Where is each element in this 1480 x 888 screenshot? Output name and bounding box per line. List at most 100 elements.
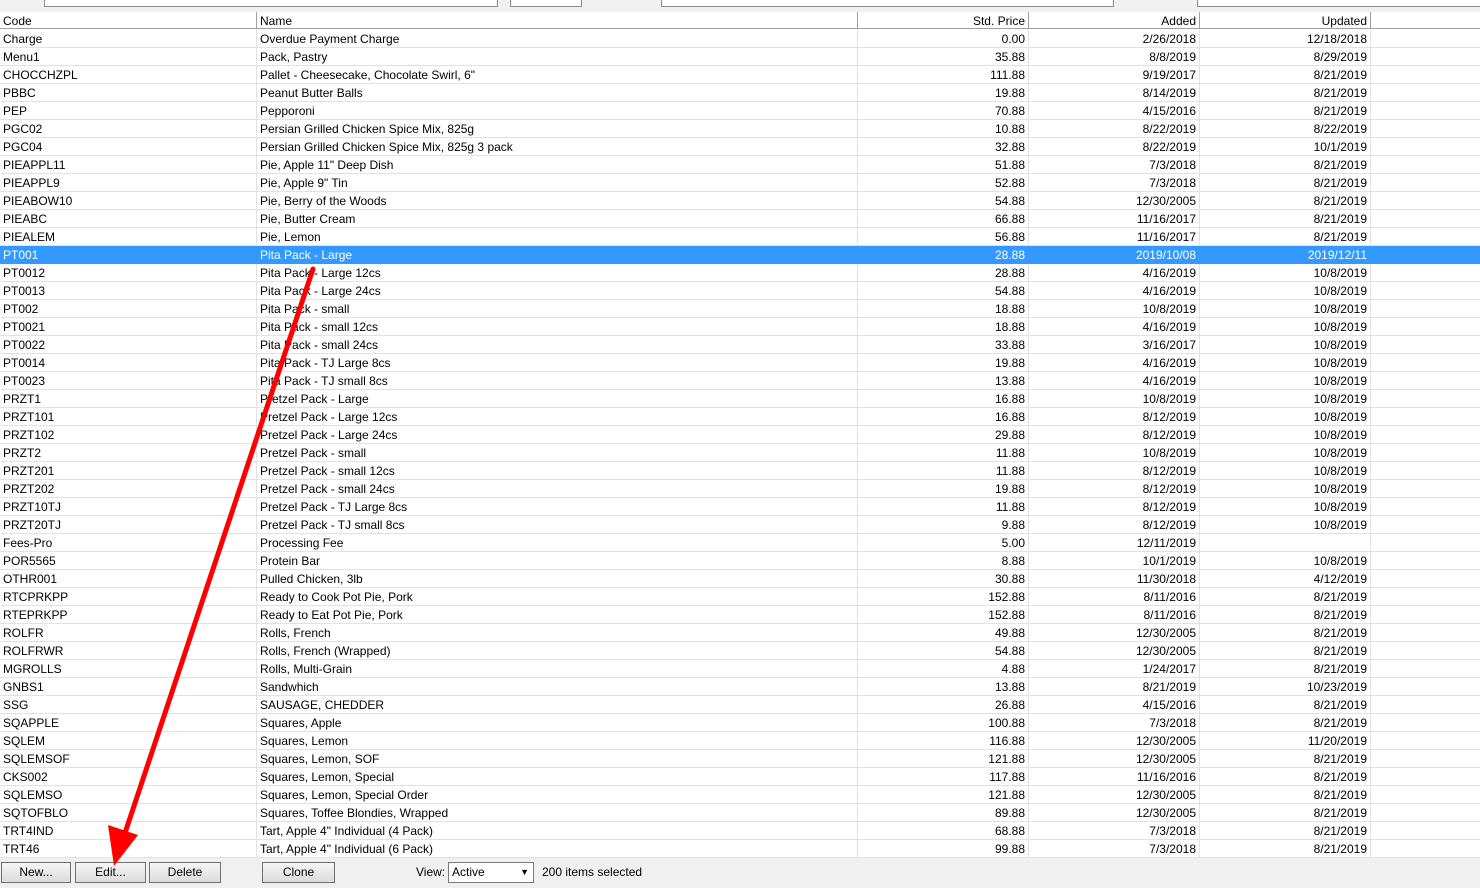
items-grid[interactable]: Code Name Std. Price Added Updated Charg… xyxy=(0,12,1480,858)
table-row[interactable]: PEP Pepporoni 70.88 4/15/2016 8/21/2019 xyxy=(0,102,1480,120)
cell-added: 2019/10/08 xyxy=(1029,246,1200,264)
table-row[interactable]: PT002 Pita Pack - small 18.88 10/8/2019 10/8… xyxy=(0,300,1480,318)
cell-name: Rolls, French (Wrapped) xyxy=(257,642,858,660)
cell-filler xyxy=(1371,174,1480,192)
view-select-value: Active xyxy=(452,865,485,879)
column-header-code[interactable]: Code xyxy=(0,12,257,29)
column-header-added[interactable]: Added xyxy=(1029,12,1200,29)
table-row[interactable]: PRZT201 Pretzel Pack - small 12cs 11.88 8/1… xyxy=(0,462,1480,480)
cell-name: Pita Pack - TJ small 8cs xyxy=(257,372,858,390)
table-row[interactable]: Fees-Pro Processing Fee 5.00 12/11/2019 xyxy=(0,534,1480,552)
cell-std-price: 68.88 xyxy=(858,822,1029,840)
table-row[interactable]: PIEAPPL11 Pie, Apple 11" Deep Dish 51.88 7/… xyxy=(0,156,1480,174)
table-row[interactable]: PIEALEM Pie, Lemon 56.88 11/16/2017 8/21/201… xyxy=(0,228,1480,246)
cell-code: GNBS1 xyxy=(0,678,257,696)
table-row[interactable]: PT0022 Pita Pack - small 24cs 33.88 3/16/20… xyxy=(0,336,1480,354)
cell-filler xyxy=(1371,228,1480,246)
cell-std-price: 66.88 xyxy=(858,210,1029,228)
cell-updated: 10/8/2019 xyxy=(1200,552,1371,570)
cell-name: Squares, Lemon, Special xyxy=(257,768,858,786)
table-row[interactable]: PRZT20TJ Pretzel Pack - TJ small 8cs 9.88 8… xyxy=(0,516,1480,534)
table-row[interactable]: TRT46 Tart, Apple 4" Individual (6 Pack) 9… xyxy=(0,840,1480,858)
table-row[interactable]: SQLEMSOF Squares, Lemon, SOF 121.88 12/30/2… xyxy=(0,750,1480,768)
new-button[interactable]: New... xyxy=(1,862,71,883)
table-row[interactable]: CKS002 Squares, Lemon, Special 117.88 11/16… xyxy=(0,768,1480,786)
selection-count: 200 items selected xyxy=(542,865,643,879)
filter-field-1[interactable] xyxy=(44,0,498,7)
column-header-name[interactable]: Name xyxy=(257,12,858,29)
table-row[interactable]: CHOCCHZPL Pallet - Cheesecake, Chocolate … xyxy=(0,66,1480,84)
table-row[interactable]: PRZT10TJ Pretzel Pack - TJ Large 8cs 11.88… xyxy=(0,498,1480,516)
table-row[interactable]: ROLFR Rolls, French 49.88 12/30/2005 8/21/20… xyxy=(0,624,1480,642)
table-row[interactable]: RTEPRKPP Ready to Eat Pot Pie, Pork 152.88… xyxy=(0,606,1480,624)
cell-name: Squares, Lemon, Special Order xyxy=(257,786,858,804)
cell-added: 4/16/2019 xyxy=(1029,264,1200,282)
cell-name: Persian Grilled Chicken Spice Mix, 825g … xyxy=(257,138,858,156)
cell-filler xyxy=(1371,264,1480,282)
cell-updated: 10/23/2019 xyxy=(1200,678,1371,696)
table-row[interactable]: GNBS1 Sandwhich 13.88 8/21/2019 10/23/2019 xyxy=(0,678,1480,696)
cell-added: 10/1/2019 xyxy=(1029,552,1200,570)
table-row[interactable]: PRZT1 Pretzel Pack - Large 16.88 10/8/2019 1… xyxy=(0,390,1480,408)
table-row[interactable]: PIEABC Pie, Butter Cream 66.88 11/16/2017 8/… xyxy=(0,210,1480,228)
filter-field-3[interactable] xyxy=(661,0,1114,7)
table-row[interactable]: OTHR001 Pulled Chicken, 3lb 30.88 11/30/201… xyxy=(0,570,1480,588)
column-header-std-price[interactable]: Std. Price xyxy=(858,12,1029,29)
table-row[interactable]: SQLEMSO Squares, Lemon, Special Order 121.… xyxy=(0,786,1480,804)
cell-std-price: 0.00 xyxy=(858,30,1029,48)
cell-updated: 8/21/2019 xyxy=(1200,210,1371,228)
cell-name: Rolls, French xyxy=(257,624,858,642)
delete-button[interactable]: Delete xyxy=(149,862,221,883)
table-row[interactable]: PIEAPPL9 Pie, Apple 9" Tin 52.88 7/3/2018 8/… xyxy=(0,174,1480,192)
table-row[interactable]: SSG SAUSAGE, CHEDDER 26.88 4/15/2016 8/21/20… xyxy=(0,696,1480,714)
table-row[interactable]: PRZT202 Pretzel Pack - small 24cs 19.88 8/1… xyxy=(0,480,1480,498)
cell-updated: 8/21/2019 xyxy=(1200,174,1371,192)
table-row[interactable]: PT001 Pita Pack - Large 28.88 2019/10/08 201… xyxy=(0,246,1480,264)
table-row[interactable]: ROLFRWR Rolls, French (Wrapped) 54.88 12/30… xyxy=(0,642,1480,660)
table-row[interactable]: POR5565 Protein Bar 8.88 10/1/2019 10/8/2019 xyxy=(0,552,1480,570)
table-row[interactable]: PRZT102 Pretzel Pack - Large 24cs 29.88 8/1… xyxy=(0,426,1480,444)
table-row[interactable]: PT0014 Pita Pack - TJ Large 8cs 19.88 4/16/… xyxy=(0,354,1480,372)
cell-name: Pulled Chicken, 3lb xyxy=(257,570,858,588)
table-row[interactable]: Charge Overdue Payment Charge 0.00 2/26/201… xyxy=(0,30,1480,48)
cell-added: 8/12/2019 xyxy=(1029,516,1200,534)
table-row[interactable]: TRT4IND Tart, Apple 4" Individual (4 Pack… xyxy=(0,822,1480,840)
table-row[interactable]: Menu1 Pack, Pastry 35.88 8/8/2019 8/29/2019 xyxy=(0,48,1480,66)
cell-code: PIEAPPL9 xyxy=(0,174,257,192)
clone-button[interactable]: Clone xyxy=(262,862,335,883)
table-row[interactable]: PRZT2 Pretzel Pack - small 11.88 10/8/2019 1… xyxy=(0,444,1480,462)
cell-name: Pie, Butter Cream xyxy=(257,210,858,228)
cell-filler xyxy=(1371,768,1480,786)
cell-code: Charge xyxy=(0,30,257,48)
table-row[interactable]: PBBC Peanut Butter Balls 19.88 8/14/2019 8/2… xyxy=(0,84,1480,102)
cell-name: Persian Grilled Chicken Spice Mix, 825g xyxy=(257,120,858,138)
cell-filler xyxy=(1371,696,1480,714)
table-row[interactable]: PT0023 Pita Pack - TJ small 8cs 13.88 4/16/… xyxy=(0,372,1480,390)
column-header-filler xyxy=(1371,12,1480,29)
cell-updated: 10/8/2019 xyxy=(1200,264,1371,282)
cell-filler xyxy=(1371,804,1480,822)
filter-field-2[interactable] xyxy=(510,0,582,7)
table-row[interactable]: PT0012 Pita Pack - Large 12cs 28.88 4/16/20… xyxy=(0,264,1480,282)
cell-std-price: 116.88 xyxy=(858,732,1029,750)
table-row[interactable]: SQTOFBLO Squares, Toffee Blondies, Wrappe… xyxy=(0,804,1480,822)
table-row[interactable]: PRZT101 Pretzel Pack - Large 12cs 16.88 8/1… xyxy=(0,408,1480,426)
cell-filler xyxy=(1371,102,1480,120)
view-select[interactable]: Active ▼ xyxy=(448,862,534,883)
table-row[interactable]: PT0013 Pita Pack - Large 24cs 54.88 4/16/20… xyxy=(0,282,1480,300)
cell-updated: 4/12/2019 xyxy=(1200,570,1371,588)
table-row[interactable]: RTCPRKPP Ready to Cook Pot Pie, Pork 152.8… xyxy=(0,588,1480,606)
cell-added: 4/15/2016 xyxy=(1029,696,1200,714)
table-row[interactable]: SQLEM Squares, Lemon 116.88 12/30/2005 11/20… xyxy=(0,732,1480,750)
edit-button[interactable]: Edit... xyxy=(75,862,146,883)
cell-filler xyxy=(1371,318,1480,336)
table-row[interactable]: PGC04 Persian Grilled Chicken Spice Mix, … xyxy=(0,138,1480,156)
cell-filler xyxy=(1371,372,1480,390)
table-row[interactable]: PGC02 Persian Grilled Chicken Spice Mix, … xyxy=(0,120,1480,138)
filter-field-4[interactable] xyxy=(1197,0,1480,7)
table-row[interactable]: MGROLLS Rolls, Multi-Grain 4.88 1/24/2017 8/… xyxy=(0,660,1480,678)
column-header-updated[interactable]: Updated xyxy=(1200,12,1371,29)
table-row[interactable]: PIEABOW10 Pie, Berry of the Woods 54.88 12/… xyxy=(0,192,1480,210)
table-row[interactable]: PT0021 Pita Pack - small 12cs 18.88 4/16/20… xyxy=(0,318,1480,336)
table-row[interactable]: SQAPPLE Squares, Apple 100.88 7/3/2018 8/21/… xyxy=(0,714,1480,732)
